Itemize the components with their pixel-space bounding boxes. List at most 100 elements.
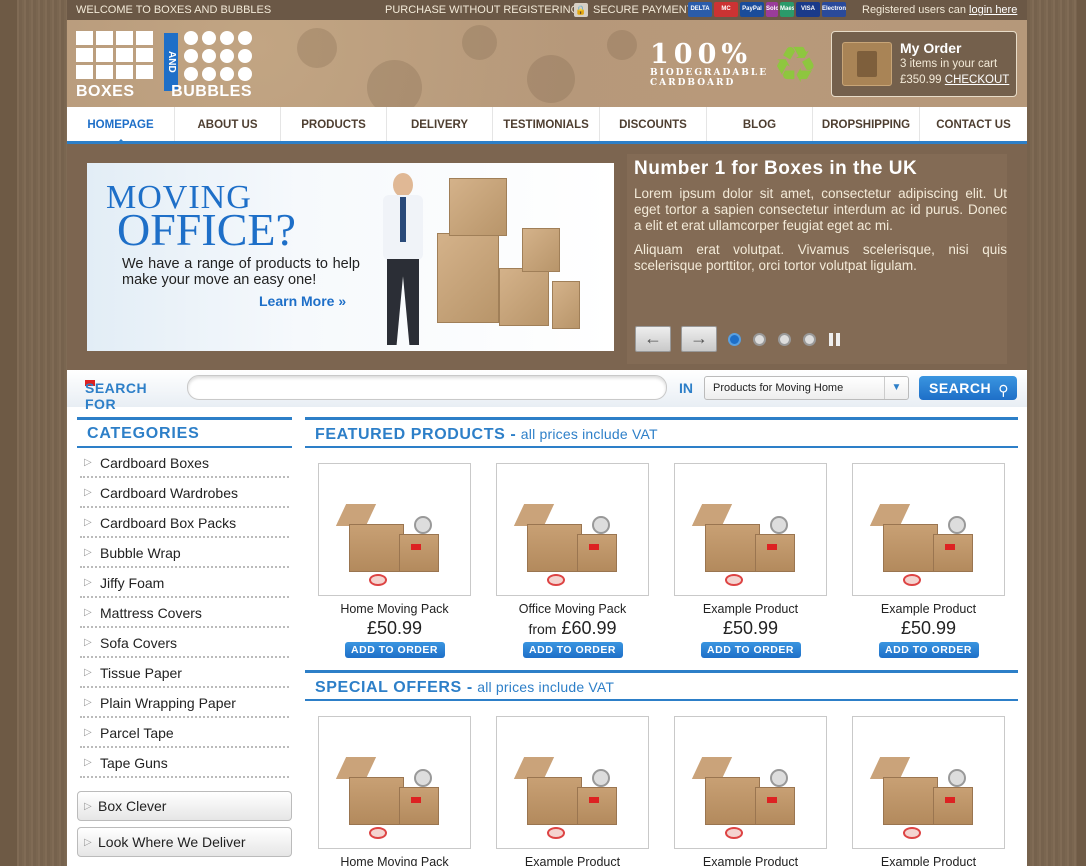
chevron-right-icon: ▷ [84, 837, 92, 848]
main-nav: HOMEPAGE ABOUT US PRODUCTS DELIVERY TEST… [67, 107, 1027, 144]
chevron-right-icon: ▷ [84, 637, 92, 648]
add-to-order-button[interactable]: ADD TO ORDER [878, 642, 979, 658]
site-logo[interactable]: AND BOXES BUBBLES [76, 31, 252, 101]
product-name[interactable]: Example Product [852, 855, 1005, 866]
add-to-order-button[interactable]: ADD TO ORDER [344, 642, 445, 658]
mastercard-icon: MC [714, 2, 738, 17]
chevron-right-icon: ▷ [84, 607, 92, 618]
nav-dropshipping[interactable]: DROPSHIPPING [813, 107, 920, 141]
next-arrow-icon[interactable]: → [681, 326, 717, 352]
businessman-image [375, 173, 435, 349]
top-bar: WELCOME TO BOXES AND BUBBLES PURCHASE WI… [67, 0, 1027, 20]
slide-title: Number 1 for Boxes in the UK [634, 158, 918, 179]
moving-office-promo[interactable]: MOVING OFFICE? We have a range of produc… [87, 163, 614, 351]
chevron-right-icon: ▷ [84, 547, 92, 558]
category-item[interactable]: ▷ Cardboard Box Packs [80, 508, 289, 538]
recycle-icon: ♻ [773, 37, 818, 93]
nav-testimonials[interactable]: TESTIMONIALS [493, 107, 600, 141]
delta-card-icon: DELTA [688, 2, 712, 17]
category-item[interactable]: ▷ Mattress Covers [80, 598, 289, 628]
chevron-right-icon: ▷ [84, 457, 92, 468]
chevron-right-icon: ▷ [84, 801, 92, 812]
prev-arrow-icon[interactable]: ← [635, 326, 671, 352]
product-card: Office Moving Pack from £60.99 ADD TO OR… [496, 463, 649, 658]
category-item[interactable]: ▷ Tissue Paper [80, 658, 289, 688]
product-name[interactable]: Home Moving Pack [318, 602, 471, 616]
product-card: Example Product [496, 716, 649, 866]
solo-card-icon: Solo [766, 2, 778, 17]
slide-dot-4[interactable] [803, 333, 816, 346]
product-image[interactable] [496, 463, 649, 596]
product-name[interactable]: Example Product [852, 602, 1005, 616]
add-to-order-button[interactable]: ADD TO ORDER [522, 642, 623, 658]
nav-about-us[interactable]: ABOUT US [175, 107, 281, 141]
cart-box-icon [842, 42, 892, 86]
lock-icon: 🔒 [574, 3, 588, 17]
box-clever-button[interactable]: ▷ Box Clever [77, 791, 292, 821]
page: WELCOME TO BOXES AND BUBBLES PURCHASE WI… [67, 0, 1027, 866]
slide-dot-2[interactable] [753, 333, 766, 346]
category-item[interactable]: ▷ Tape Guns [80, 748, 289, 778]
product-image[interactable] [318, 463, 471, 596]
my-order-panel[interactable]: My Order 3 items in your cart £350.99 CH… [831, 31, 1017, 97]
category-item[interactable]: ▷ Cardboard Wardrobes [80, 478, 289, 508]
slide-paragraph-1: Lorem ipsum dolor sit amet, consectetur … [634, 186, 1007, 233]
chevron-down-icon: ▼ [884, 377, 908, 399]
product-image[interactable] [852, 716, 1005, 849]
product-image[interactable] [674, 716, 827, 849]
visa-card-icon: VISA [796, 2, 820, 17]
category-item[interactable]: ▷ Parcel Tape [80, 718, 289, 748]
search-label: SEARCH FOR [85, 380, 148, 412]
category-item[interactable]: ▷ Jiffy Foam [80, 568, 289, 598]
search-input[interactable] [187, 375, 667, 400]
payment-cards: DELTA MC PayPal Solo Maestro VISA Electr… [688, 2, 846, 17]
nav-homepage[interactable]: HOMEPAGE [67, 107, 175, 144]
nav-delivery[interactable]: DELIVERY [387, 107, 493, 141]
featured-products-section: FEATURED PRODUCTS - all prices include V… [305, 417, 1018, 448]
secure-payment-text: SECURE PAYMENT [593, 4, 694, 16]
product-price: from £60.99 [528, 618, 617, 638]
product-image[interactable] [496, 716, 649, 849]
product-name[interactable]: Example Product [496, 855, 649, 866]
checkout-link[interactable]: CHECKOUT [945, 74, 1010, 86]
product-name[interactable]: Office Moving Pack [496, 602, 649, 616]
chevron-right-icon: ▷ [84, 487, 92, 498]
nav-contact-us[interactable]: CONTACT US [920, 107, 1027, 141]
login-link[interactable]: login here [969, 4, 1017, 16]
featured-products-title: FEATURED PRODUCTS - all prices include V… [305, 417, 1018, 448]
product-card: Example Product £50.99 ADD TO ORDER [674, 463, 827, 658]
product-card: Example Product [674, 716, 827, 866]
slide-dot-3[interactable] [778, 333, 791, 346]
product-image[interactable] [674, 463, 827, 596]
product-image[interactable] [318, 716, 471, 849]
category-item[interactable]: ▷ Bubble Wrap [80, 538, 289, 568]
pause-icon[interactable] [828, 333, 841, 346]
box-stack-image [437, 233, 499, 323]
product-name[interactable]: Example Product [674, 855, 827, 866]
search-category-select[interactable]: Products for Moving Home ▼ [704, 376, 909, 400]
nav-discounts[interactable]: DISCOUNTS [600, 107, 707, 141]
paypal-icon: PayPal [740, 2, 764, 17]
add-to-order-button[interactable]: ADD TO ORDER [700, 642, 801, 658]
slide-dot-1[interactable] [728, 333, 741, 346]
nav-blog[interactable]: BLOG [707, 107, 813, 141]
welcome-text: WELCOME TO BOXES AND BUBBLES [76, 4, 272, 16]
product-image[interactable] [852, 463, 1005, 596]
product-card: Example Product [852, 716, 1005, 866]
nav-products[interactable]: PRODUCTS [281, 107, 387, 141]
visa-electron-icon: Electron [822, 2, 846, 17]
search-button[interactable]: SEARCH ⚲ [919, 376, 1017, 400]
order-items: 3 items in your cart [900, 58, 998, 70]
product-price: £50.99 [900, 618, 957, 638]
category-item[interactable]: ▷ Plain Wrapping Paper [80, 688, 289, 718]
special-offers-title: SPECIAL OFFERS - all prices include VAT [305, 670, 1018, 701]
product-name[interactable]: Example Product [674, 602, 827, 616]
chevron-right-icon: ▷ [84, 667, 92, 678]
product-name[interactable]: Home Moving Pack [318, 855, 471, 866]
learn-more-link[interactable]: Learn More » [259, 293, 346, 309]
look-where-we-deliver-button[interactable]: ▷ Look Where We Deliver [77, 827, 292, 857]
product-card: Home Moving Pack £50.99 ADD TO ORDER [318, 463, 471, 658]
category-item[interactable]: ▷ Cardboard Boxes [80, 448, 289, 478]
category-item[interactable]: ▷ Sofa Covers [80, 628, 289, 658]
biodegradable-badge: 100% BIODEGRADABLE CARDBOARD [650, 39, 769, 88]
